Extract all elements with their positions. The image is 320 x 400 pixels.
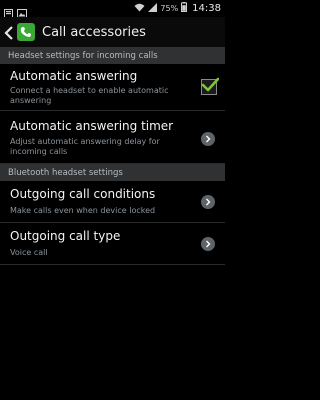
page-title: Call accessories [42, 24, 146, 40]
item-title: Outgoing call conditions [10, 187, 156, 201]
action-bar: Call accessories [0, 17, 225, 47]
phone-icon[interactable] [17, 23, 35, 41]
item-subtitle: Connect a headset to enable automatic an… [10, 86, 169, 105]
wifi-icon [134, 3, 145, 15]
section-header-bluetooth: Bluetooth headset settings [0, 164, 225, 181]
item-title: Outgoing call type [10, 229, 121, 243]
automatic-answering-checkbox[interactable] [201, 77, 219, 95]
chevron-right-icon [201, 195, 215, 209]
item-title: Automatic answering timer [10, 119, 174, 133]
list-item-automatic-answering[interactable]: Automatic answering Connect a headset to… [0, 64, 225, 111]
list-item-outgoing-call-conditions[interactable]: Outgoing call conditions Make calls even… [0, 181, 225, 223]
chevron-right-icon [201, 237, 215, 251]
section-header-headset: Headset settings for incoming calls [0, 47, 225, 64]
item-subtitle: Adjust automatic answering delay for inc… [10, 137, 160, 156]
battery-icon [181, 2, 188, 15]
chevron-right-icon [201, 132, 215, 146]
battery-percent: 75% [160, 4, 179, 13]
status-bar: 75% 14:38 [0, 0, 225, 18]
check-icon [201, 77, 219, 92]
item-title: Automatic answering [10, 69, 138, 83]
signal-icon [148, 2, 158, 15]
item-subtitle: Voice call [10, 248, 48, 257]
status-time: 14:38 [192, 3, 221, 14]
list-item-outgoing-call-type[interactable]: Outgoing call type Voice call [0, 223, 225, 265]
list-item-automatic-answering-timer[interactable]: Automatic answering timer Adjust automat… [0, 111, 225, 164]
back-icon[interactable] [4, 25, 14, 40]
item-subtitle: Make calls even when device locked [10, 206, 156, 215]
